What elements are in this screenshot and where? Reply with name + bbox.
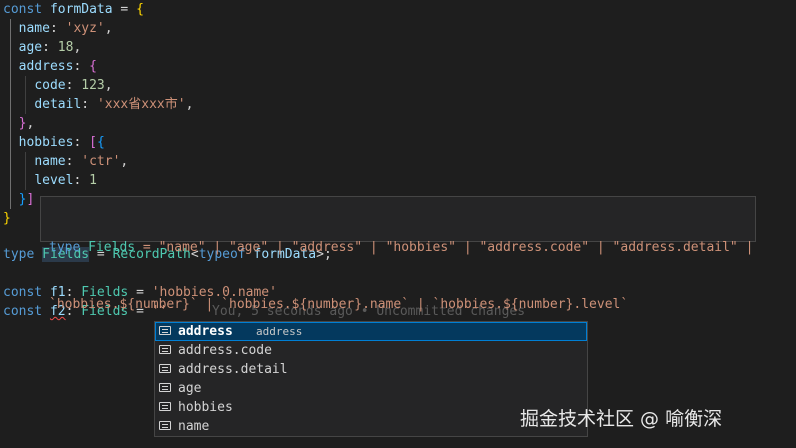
suggestion-detail: address: [256, 325, 303, 338]
code-line-12: }: [3, 211, 11, 226]
field-icon: [159, 383, 171, 392]
field-icon: [159, 421, 171, 430]
code-line-6: detail: 'xxx省xxx市',: [34, 97, 194, 112]
code-line-9: name: 'ctr',: [34, 154, 129, 169]
suggestion-item[interactable]: address address: [155, 322, 587, 341]
code-editor[interactable]: const formData = { name: 'xyz', age: 18,…: [0, 0, 796, 448]
field-icon: [159, 345, 171, 354]
code-line-11: }]: [18, 192, 35, 207]
watermark: 掘金技术社区 @ 喻衡深: [520, 408, 723, 430]
suggestion-item[interactable]: address.detail: [155, 360, 587, 379]
code-line-3: age: 18,: [18, 40, 82, 55]
suggestion-item[interactable]: age: [155, 379, 587, 398]
code-line-10: level: 1: [34, 173, 97, 188]
code-line-1: const formData = {: [3, 2, 144, 17]
code-line-5: code: 123,: [34, 78, 113, 93]
hover-line-1: type Fields = "name" | "age" | "address"…: [49, 240, 754, 255]
hover-line-2: `hobbies.${number}` | `hobbies.${number}…: [49, 297, 629, 312]
field-icon: [159, 364, 171, 373]
suggestion-item[interactable]: address.code: [155, 341, 587, 360]
code-line-8: hobbies: [{: [18, 135, 105, 150]
type-hover-tooltip: type Fields = "name" | "age" | "address"…: [40, 196, 756, 312]
field-icon: [159, 326, 171, 335]
field-icon: [159, 402, 171, 411]
code-line-4: address: {: [18, 59, 97, 74]
code-line-2: name: 'xyz',: [18, 21, 113, 36]
code-line-7: },: [18, 116, 35, 131]
